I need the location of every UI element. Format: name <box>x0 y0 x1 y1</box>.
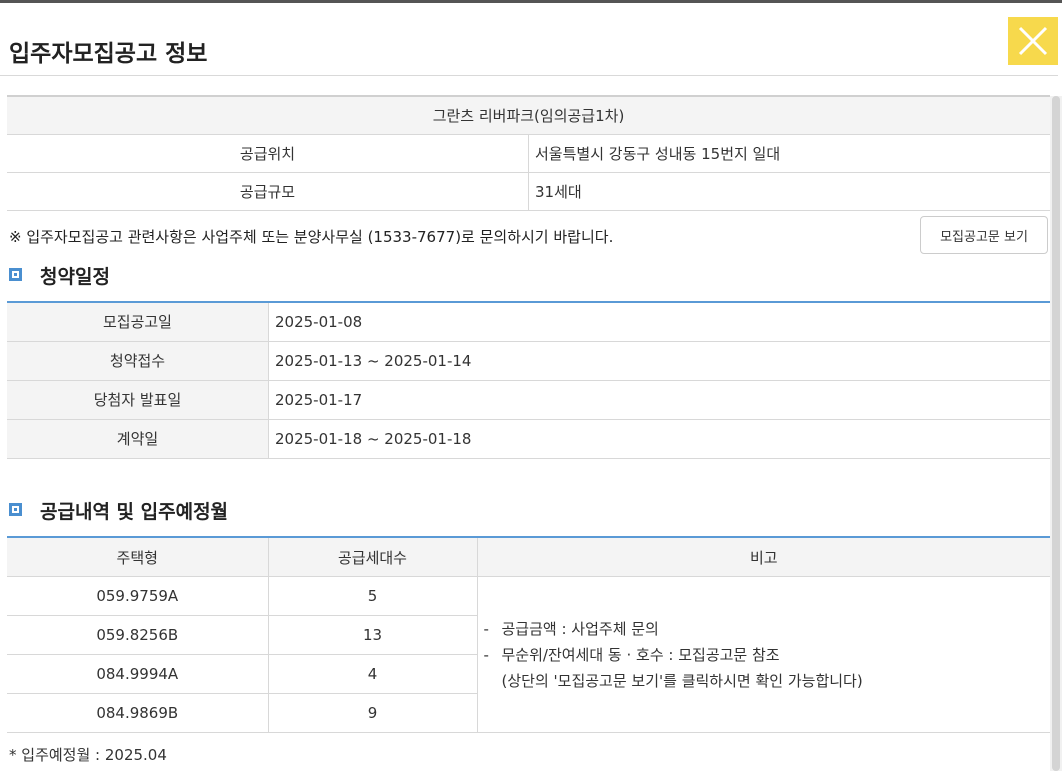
square-bullet-icon <box>9 268 22 281</box>
info-label: 공급규모 <box>7 172 529 211</box>
housing-type: 084.9869B <box>7 693 269 733</box>
housing-type: 059.9759A <box>7 576 269 616</box>
dash-marker: - <box>483 645 489 664</box>
schedule-table: 모집공고일 2025-01-08 청약접수 2025-01-13 ~ 2025-… <box>7 301 1050 459</box>
schedule-value: 2025-01-13 ~ 2025-01-14 <box>268 341 1050 381</box>
remarks-cell: - 공급금액 : 사업주체 문의 - 무순위/잔여세대 동 · 호수 : 모집공고문… <box>477 576 1051 733</box>
info-value: 서울특별시 강동구 성내동 15번지 일대 <box>528 134 1050 173</box>
schedule-value: 2025-01-18 ~ 2025-01-18 <box>268 419 1050 459</box>
schedule-value: 2025-01-08 <box>268 302 1050 342</box>
schedule-title: 청약일정 <box>40 266 110 288</box>
complex-name: 그란츠 리버파크(임의공급1차) <box>7 96 1050 135</box>
schedule-label: 모집공고일 <box>7 302 269 342</box>
column-header-count: 공급세대수 <box>268 537 478 577</box>
column-header-remarks: 비고 <box>477 537 1050 577</box>
close-button[interactable] <box>1008 17 1058 65</box>
scrollbar-thumb[interactable] <box>1052 96 1060 771</box>
supply-count: 9 <box>268 693 478 733</box>
table-row: 공급규모 31세대 <box>7 172 1050 211</box>
view-notice-button[interactable]: 모집공고문 보기 <box>920 216 1048 254</box>
table-row: 모집공고일 2025-01-08 <box>7 302 1050 342</box>
housing-type: 084.9994A <box>7 654 269 694</box>
remark-hint-text: (상단의 '모집공고문 보기'를 클릭하시면 확인 가능합니다) <box>501 671 863 690</box>
housing-type: 059.8256B <box>7 615 269 655</box>
top-border <box>0 0 1062 3</box>
schedule-label: 당첨자 발표일 <box>7 380 269 420</box>
schedule-section-header: 청약일정 <box>9 262 1050 292</box>
supply-count: 5 <box>268 576 478 616</box>
schedule-label: 청약접수 <box>7 341 269 381</box>
table-row: 계약일 2025-01-18 ~ 2025-01-18 <box>7 419 1050 459</box>
supply-count: 13 <box>268 615 478 655</box>
remark-hint: (상단의 '모집공고문 보기'를 클릭하시면 확인 가능합니다) <box>484 668 1051 694</box>
remark-price-text: 공급금액 : 사업주체 문의 <box>501 619 659 638</box>
complex-info-table: 그란츠 리버파크(임의공급1차) 공급위치 서울특별시 강동구 성내동 15번지… <box>7 95 1050 211</box>
supply-count: 4 <box>268 654 478 694</box>
square-bullet-icon <box>9 503 22 516</box>
move-in-month: * 입주예정월 : 2025.04 <box>9 746 167 764</box>
table-row: 당첨자 발표일 2025-01-17 <box>7 380 1050 420</box>
column-header-type: 주택형 <box>7 537 269 577</box>
table-row: 공급위치 서울특별시 강동구 성내동 15번지 일대 <box>7 134 1050 173</box>
modal-title: 입주자모집공고 정보 <box>9 41 208 67</box>
inquiry-notice: ※ 입주자모집공고 관련사항은 사업주체 또는 분양사무실 (1533-7677… <box>9 228 614 246</box>
remark-units-text: 무순위/잔여세대 동 · 호수 : 모집공고문 참조 <box>501 645 780 664</box>
supply-table: 주택형 공급세대수 비고 059.9759A 5 - 공급금액 : 사업주체 문의… <box>7 536 1050 733</box>
supply-section-header: 공급내역 및 입주예정월 <box>9 497 1050 527</box>
remark-price: - 공급금액 : 사업주체 문의 <box>484 616 1051 642</box>
schedule-label: 계약일 <box>7 419 269 459</box>
title-divider <box>0 75 1058 76</box>
supply-title: 공급내역 및 입주예정월 <box>40 501 229 523</box>
info-value: 31세대 <box>528 172 1050 211</box>
dash-marker: - <box>483 619 489 638</box>
table-row: 청약접수 2025-01-13 ~ 2025-01-14 <box>7 341 1050 381</box>
table-row: 059.9759A 5 - 공급금액 : 사업주체 문의 - 무순위/잔여세대 동 … <box>7 576 1050 733</box>
schedule-value: 2025-01-17 <box>268 380 1050 420</box>
remark-units: - 무순위/잔여세대 동 · 호수 : 모집공고문 참조 <box>484 642 1051 668</box>
close-icon <box>1018 26 1048 56</box>
info-label: 공급위치 <box>7 134 529 173</box>
